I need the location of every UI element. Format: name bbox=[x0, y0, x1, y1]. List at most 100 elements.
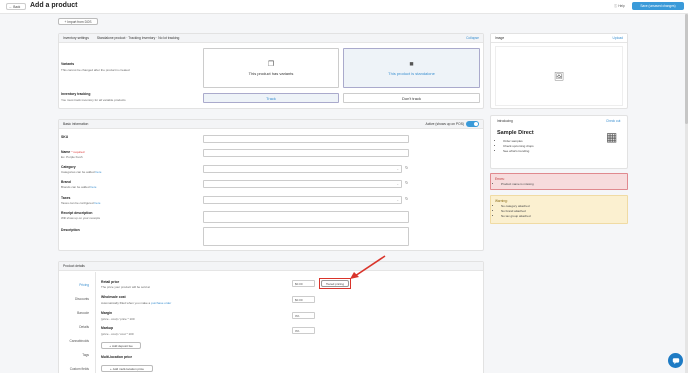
variants-desc: This cannot be changed after the product… bbox=[61, 68, 130, 72]
taxes-label: Taxes bbox=[61, 196, 71, 200]
introducing-item: Order samples bbox=[503, 139, 534, 143]
sample-box-icon: ▦ bbox=[606, 130, 618, 144]
plus-icon: + bbox=[110, 366, 112, 371]
tracking-title: Inventory tracking bbox=[61, 92, 91, 96]
option-standalone[interactable]: ■ This product is standalone bbox=[343, 48, 480, 88]
warning-item: No tax group attached bbox=[501, 214, 531, 218]
nav-discounts[interactable]: Discounts bbox=[58, 292, 95, 306]
markup-input[interactable]: 0% bbox=[292, 327, 315, 334]
save-button[interactable]: Save (unsaved changes) bbox=[632, 2, 684, 10]
purchase-order-link[interactable]: purchase order bbox=[151, 301, 171, 305]
taxes-select[interactable]: ⌄ bbox=[203, 196, 402, 204]
plus-icon: + bbox=[64, 19, 67, 24]
markup-formula: (price - cost) / cost * 100 bbox=[101, 332, 134, 336]
wholesale-hint-text: Automatically filled when you make a bbox=[101, 301, 151, 305]
taxes-hint-text: Taxes can be configured bbox=[61, 201, 94, 205]
name-label-row: Name * required bbox=[61, 149, 84, 154]
add-multi-location-label: Add multi-location price bbox=[112, 366, 144, 371]
inventory-summary: Standalone product · Tracking Inventory … bbox=[96, 36, 180, 40]
back-button[interactable]: ← Back bbox=[6, 3, 26, 10]
option-standalone-label: This product is standalone bbox=[388, 70, 435, 76]
sku-label: SKU bbox=[61, 135, 69, 139]
tracking-desc: You must track inventory for all variabl… bbox=[61, 98, 126, 102]
errors-list: Product name is missing bbox=[495, 181, 534, 186]
image-icon: 🖼 bbox=[553, 71, 565, 81]
margin-formula: (price - cost) / price * 100 bbox=[101, 317, 135, 321]
category-here-link[interactable]: here bbox=[95, 170, 101, 174]
nav-details[interactable]: Details bbox=[58, 320, 95, 334]
margin-input[interactable]: 0% bbox=[292, 312, 315, 319]
brand-here-link[interactable]: here bbox=[90, 185, 96, 189]
arrow-left-icon: ← bbox=[9, 4, 13, 9]
nav-custom-fields[interactable]: Custom fields bbox=[58, 362, 95, 373]
receipt-textarea[interactable] bbox=[203, 211, 409, 223]
retail-price-input[interactable]: $0.00 bbox=[292, 280, 315, 287]
active-toggle[interactable] bbox=[466, 121, 479, 127]
taxes-refresh-icon[interactable]: ↻ bbox=[405, 196, 408, 201]
receipt-label: Receipt description bbox=[61, 211, 93, 215]
add-multi-location-button[interactable]: + Add multi-location price bbox=[101, 365, 153, 372]
receipt-hint: Will show up on your receipts bbox=[61, 216, 101, 220]
back-label: Back bbox=[13, 4, 21, 9]
warnings-list: No category attached No brand attached N… bbox=[495, 203, 531, 218]
category-refresh-icon[interactable]: ↻ bbox=[405, 165, 408, 170]
inventory-settings-title: Inventory settings bbox=[63, 36, 89, 40]
description-label: Description bbox=[61, 228, 80, 232]
add-deposit-label: Add deposit fee bbox=[111, 343, 133, 348]
brand-hint-text: Brands can be added bbox=[61, 185, 90, 189]
name-hint: Ex. Purple Kush bbox=[61, 155, 83, 159]
margin-label: Margin bbox=[101, 311, 113, 315]
basic-info-header: Basic information Active (shows up on PO… bbox=[59, 120, 483, 129]
dont-track-option[interactable]: Don't track bbox=[343, 93, 480, 103]
wholesale-cost-hint: Automatically filled when you make a pur… bbox=[101, 301, 171, 305]
taxes-hint: Taxes can be configured here bbox=[61, 201, 100, 205]
details-side-nav: Pricing Discounts Barcode Details Cannab… bbox=[58, 278, 95, 373]
chevron-down-icon: ⌄ bbox=[396, 182, 399, 186]
checkout-link[interactable]: Check out bbox=[606, 119, 620, 123]
plus-icon: + bbox=[109, 343, 111, 348]
option-has-variants-label: This product has variants bbox=[248, 71, 294, 76]
details-nav-divider bbox=[95, 272, 96, 373]
brand-refresh-icon[interactable]: ↻ bbox=[405, 180, 408, 185]
required-label: * required bbox=[71, 150, 85, 154]
chevron-down-icon: ⌄ bbox=[396, 198, 399, 202]
collapse-link[interactable]: Collapse bbox=[466, 36, 479, 40]
name-input[interactable] bbox=[203, 149, 409, 157]
brand-label: Brand bbox=[61, 180, 71, 184]
introducing-item: See what's trending bbox=[503, 149, 534, 153]
markup-label: Markup bbox=[101, 326, 114, 330]
chat-button[interactable] bbox=[668, 353, 683, 368]
product-details-title: Product details bbox=[63, 264, 85, 268]
nav-cannabinoids[interactable]: Cannabinoids bbox=[58, 334, 95, 348]
chevron-down-icon: ⌄ bbox=[396, 167, 399, 171]
name-label: Name bbox=[61, 150, 71, 154]
help-link[interactable]: ⓘ Help bbox=[614, 3, 625, 9]
nav-barcode[interactable]: Barcode bbox=[58, 306, 95, 320]
import-button[interactable]: + Import from DOS bbox=[58, 18, 98, 25]
brand-select[interactable]: ⌄ bbox=[203, 180, 402, 188]
nav-pricing[interactable]: Pricing bbox=[58, 278, 95, 292]
sample-direct-title: Sample Direct bbox=[497, 130, 534, 136]
image-header: Image Upload bbox=[491, 34, 627, 43]
box-icon: ■ bbox=[409, 60, 414, 68]
description-textarea[interactable] bbox=[203, 227, 409, 246]
introducing-list: Order samples Check upcoming drops See w… bbox=[497, 138, 534, 153]
layers-icon: ❐ bbox=[267, 61, 275, 68]
retail-price-label: Retail price bbox=[101, 280, 120, 284]
taxes-here-link[interactable]: here bbox=[94, 201, 100, 205]
option-has-variants[interactable]: ❐ This product has variants bbox=[203, 48, 339, 88]
wholesale-cost-input[interactable]: $0.00 bbox=[292, 296, 315, 303]
track-option[interactable]: Track bbox=[203, 93, 339, 103]
top-bar bbox=[0, 0, 688, 14]
image-placeholder[interactable]: 🖼 bbox=[495, 46, 623, 106]
upload-link[interactable]: Upload bbox=[613, 36, 623, 40]
product-details-header: Product details bbox=[59, 262, 483, 271]
add-deposit-fee-button[interactable]: + Add deposit fee bbox=[101, 342, 141, 349]
category-hint: Categories can be added here bbox=[61, 170, 101, 174]
page-title: Add a product bbox=[30, 2, 78, 9]
nav-tags[interactable]: Tags bbox=[58, 348, 95, 362]
category-select[interactable]: ⌄ bbox=[203, 165, 402, 173]
variants-title: Variants bbox=[61, 62, 75, 66]
sku-input[interactable] bbox=[203, 135, 409, 143]
error-item: Product name is missing bbox=[501, 182, 534, 186]
